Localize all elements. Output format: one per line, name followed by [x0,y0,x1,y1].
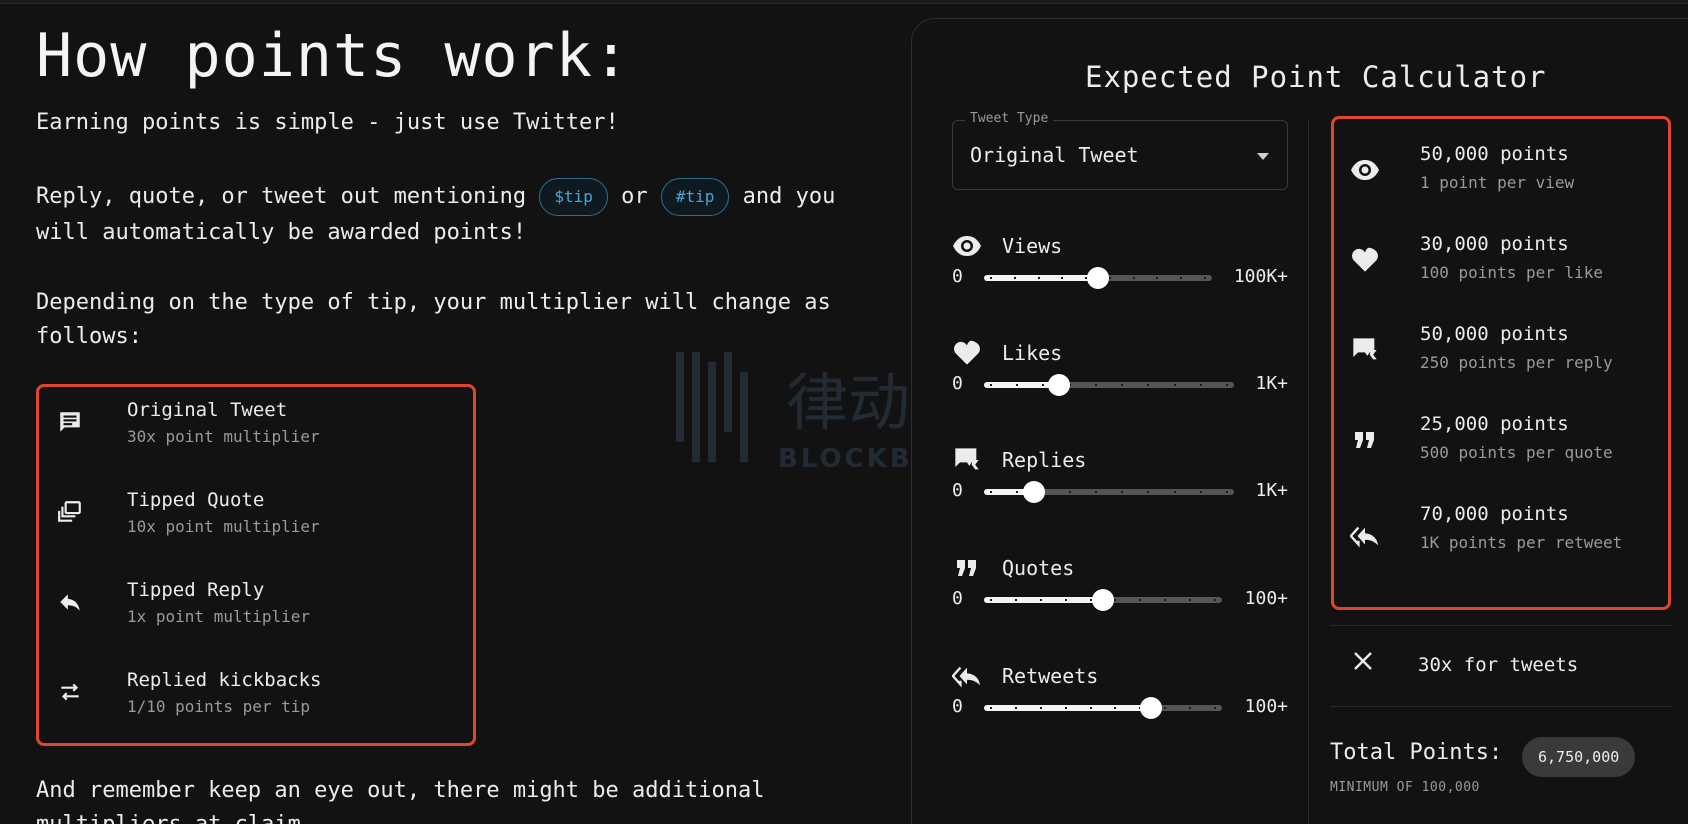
result-rate: 250 points per reply [1420,353,1613,372]
slider-label: Views [1002,234,1063,258]
result-rate: 500 points per quote [1420,443,1613,462]
multiplier-desc: 1x point multiplier [127,607,311,626]
result-points: 70,000 points [1420,503,1569,525]
panel-divider [1308,120,1309,824]
result-rate: 1 point per view [1420,173,1575,192]
slider-label: Retweets [1002,664,1099,688]
replies-slider-group: Replies 0 1K+ [952,446,1288,536]
slider-label: Replies [1002,448,1087,472]
reply-all-icon [952,662,982,690]
slider-max: 100+ [1244,696,1288,717]
multiplier-desc: 30x point multiplier [127,427,320,446]
multiplier-title: Tipped Quote [127,489,265,511]
quotes-slider-group: Quotes 0 100+ [952,554,1288,644]
eye-icon [1350,155,1380,185]
heart-icon [952,339,982,367]
multiplier-item: Replied kickbacks 1/10 points per tip [39,659,473,749]
result-points: 30,000 points [1420,233,1569,255]
multiplier-title: Tipped Reply [127,579,265,601]
divider [1330,706,1672,707]
result-points: 25,000 points [1420,413,1569,435]
minimum-note: MINIMUM OF 100,000 [1330,780,1480,795]
slider-label: Likes [1002,341,1063,365]
slider-thumb[interactable] [1140,697,1162,719]
heart-icon [1350,245,1380,275]
tip-dollar-tag[interactable]: $tip [539,178,608,216]
multiplier-title: Replied kickbacks [127,669,322,691]
total-points-value: 6,750,000 [1522,737,1636,777]
views-slider-group: Views 0 100K+ [952,232,1288,322]
slider-max: 100K+ [1233,266,1288,287]
quote-icon [1350,425,1380,455]
watermark-logo-icon [676,352,748,462]
tweet-type-select[interactable]: Tweet Type Original Tweet [952,111,1288,190]
slider-max: 100+ [1244,588,1288,609]
intro-text: Earning points is simple - just use Twit… [36,110,619,135]
result-rate: 1K points per retweet [1420,533,1623,552]
views-slider[interactable] [984,267,1212,289]
slider-max: 1K+ [1255,480,1288,501]
quote-icon [952,554,982,582]
replies-slider[interactable] [984,481,1234,503]
swap-icon [55,677,85,707]
eye-icon [952,232,982,260]
tip-hash-tag[interactable]: #tip [660,178,730,216]
result-points: 50,000 points [1420,323,1569,345]
slider-thumb[interactable] [1092,589,1114,611]
slider-min: 0 [952,588,963,609]
slider-min: 0 [952,373,963,394]
reply-all-icon [1350,521,1380,551]
multiplier-title: Original Tweet [127,399,288,421]
remember-text: And remember keep an eye out, there migh… [36,778,765,824]
top-edge [0,0,1688,4]
multiplier-item: Tipped Quote 10x point multiplier [39,479,473,569]
reply-icon [55,587,85,617]
slider-max: 1K+ [1255,373,1288,394]
quotes-slider[interactable] [984,589,1222,611]
reply-chat-icon [1350,335,1380,365]
total-points-label: Total Points: [1330,740,1503,765]
caret-down-icon [1257,153,1269,160]
results-list: 50,000 points 1 point per view 30,000 po… [1331,116,1671,610]
divider [1330,625,1672,626]
multiplier-item: Tipped Reply 1x point multiplier [39,569,473,659]
close-x-icon [1352,650,1374,672]
tweet-type-label: Tweet Type [965,111,1054,126]
retweets-slider[interactable] [984,697,1222,719]
slider-label: Quotes [1002,556,1075,580]
slider-min: 0 [952,480,963,501]
multiplier-list: Original Tweet 30x point multiplier Tipp… [36,384,476,746]
tweet-type-value: Original Tweet [970,143,1139,167]
mention-text: Reply, quote, or tweet out mentioning $t… [36,178,836,250]
result-rate: 100 points per like [1420,263,1604,282]
multiplier-desc: 10x point multiplier [127,517,320,536]
quote-stack-icon [55,497,85,527]
multiplier-item: Original Tweet 30x point multiplier [39,389,473,479]
slider-min: 0 [952,266,963,287]
slider-thumb[interactable] [1048,374,1070,396]
slider-thumb[interactable] [1087,267,1109,289]
calculator-title: Expected Point Calculator [1085,60,1547,94]
multiplier-desc: 1/10 points per tip [127,697,311,716]
watermark-cn: 律动 [786,366,911,439]
retweets-slider-group: Retweets 0 100+ [952,662,1288,752]
how-points-work-section: How points work: Earning points is simpl… [36,20,856,824]
result-points: 50,000 points [1420,143,1569,165]
slider-thumb[interactable] [1023,481,1045,503]
comment-icon [55,407,85,437]
likes-slider[interactable] [984,374,1234,396]
slider-min: 0 [952,696,963,717]
page-title: How points work: [36,21,630,91]
reply-chat-icon [952,446,982,474]
multiplier-summary: 30x for tweets [1330,640,1672,692]
depending-text: Depending on the type of tip, your multi… [36,290,831,349]
likes-slider-group: Likes 0 1K+ [952,339,1288,429]
multiplier-summary-text: 30x for tweets [1418,654,1579,676]
